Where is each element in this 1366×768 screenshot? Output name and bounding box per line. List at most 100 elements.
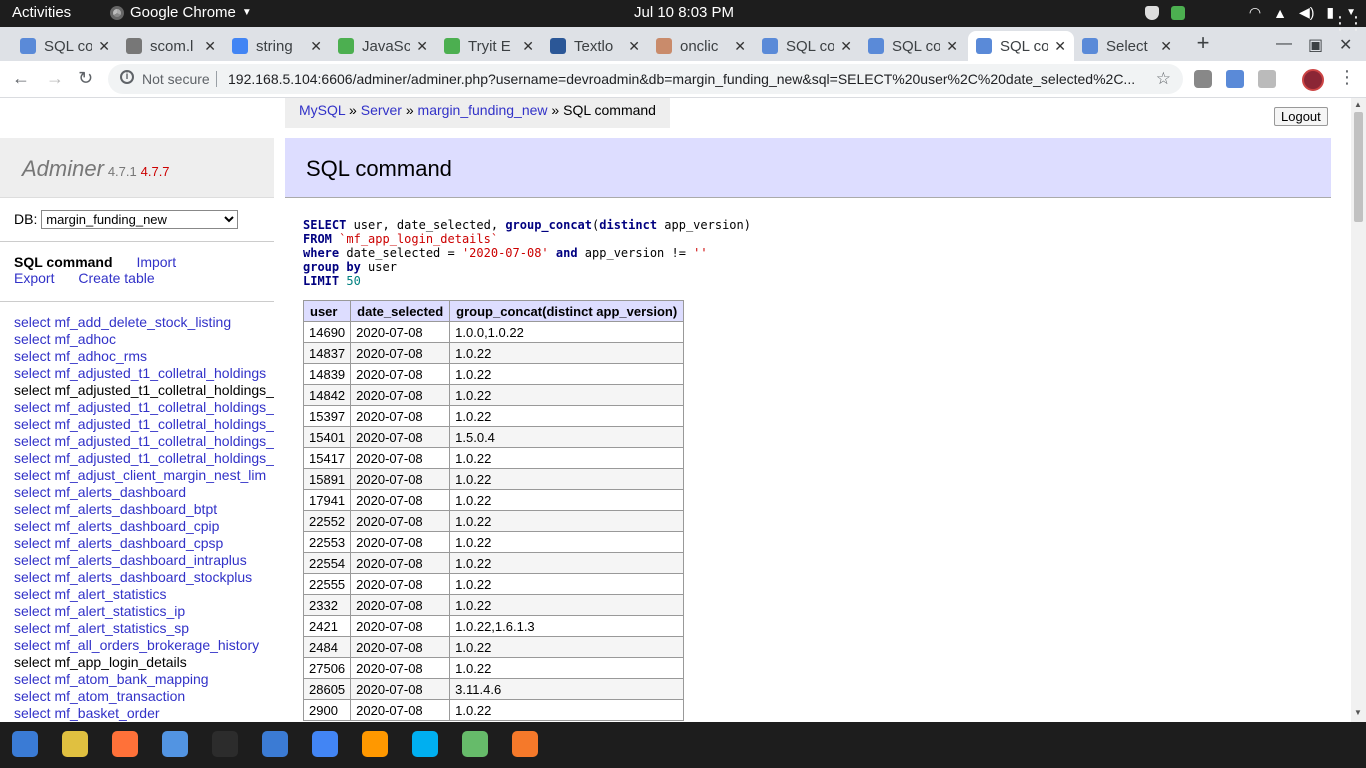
close-icon[interactable]: ✕ [946,38,958,55]
blender-icon[interactable] [512,731,538,757]
scroll-down-icon[interactable]: ▼ [1354,708,1362,717]
close-icon[interactable]: ✕ [416,38,428,55]
scroll-up-icon[interactable]: ▲ [1354,100,1362,109]
export-link[interactable]: Export [14,270,54,286]
thunderbird-icon[interactable] [12,731,38,757]
sidebar-table-link[interactable]: select mf_alerts_dashboard_cpip [14,518,274,535]
sidebar-table-link[interactable]: select mf_adhoc [14,331,274,348]
tab[interactable]: Tryit E ✕ [436,31,542,61]
minimize-icon[interactable]: — [1276,35,1292,53]
sidebar-table-link[interactable]: select mf_adjusted_t1_colletral_holdings… [14,433,274,450]
avatar[interactable] [1302,69,1324,91]
sidebar-table-link[interactable]: select mf_alerts_dashboard_intraplus [14,552,274,569]
sidebar-table-link[interactable]: select mf_alert_statistics_ip [14,603,274,620]
sidebar-table-link[interactable]: select mf_adjusted_t1_colletral_holdings… [14,450,274,467]
close-icon[interactable]: ✕ [204,38,216,55]
tab-active[interactable]: SQL co ✕ [968,31,1074,61]
extension-icon[interactable] [1226,70,1244,88]
volume-icon[interactable]: ◀) [1299,4,1314,21]
sidebar-table-link[interactable]: select mf_atom_bank_mapping [14,671,274,688]
sidebar-table-link[interactable]: select mf_basket_order [14,705,274,722]
info-icon[interactable]: i [120,70,134,84]
close-window-icon[interactable]: ✕ [1339,35,1352,55]
atom-icon[interactable] [462,731,488,757]
app-menu[interactable]: Google Chrome ▼ [110,4,252,21]
tab[interactable]: string ✕ [224,31,330,61]
forward-icon[interactable]: → [46,68,64,89]
sidebar-table-link[interactable]: select mf_add_delete_stock_listing [14,314,274,331]
shield-icon[interactable] [1144,5,1159,20]
address-bar[interactable]: i Not secure 192.168.5.104:6606/adminer/… [108,64,1183,94]
firefox-icon[interactable] [112,731,138,757]
activities-button[interactable]: Activities [12,4,71,21]
sidebar-table-link[interactable]: select mf_alerts_dashboard_btpt [14,501,274,518]
sidebar-table-link[interactable]: select mf_adhoc_rms [14,348,274,365]
breadcrumb-mysql[interactable]: MySQL [299,102,345,118]
sidebar-table-link[interactable]: select mf_adjusted_t1_colletral_holdings… [14,382,274,399]
close-icon[interactable]: ✕ [522,38,534,55]
new-version-link[interactable]: 4.7.7 [141,164,170,179]
bookmark-star-icon[interactable]: ☆ [1156,69,1171,89]
sidebar-table-link[interactable]: select mf_alerts_dashboard [14,484,274,501]
sidebar-table-link[interactable]: select mf_all_orders_brokerage_history [14,637,274,654]
db-select[interactable]: margin_funding_new [41,210,239,229]
sidebar-table-link[interactable]: select mf_alerts_dashboard_cpsp [14,535,274,552]
sidebar-table-link[interactable]: select mf_atom_transaction [14,688,274,705]
close-icon[interactable]: ✕ [840,38,852,55]
clock[interactable]: Jul 10 8:03 PM [634,4,734,21]
breadcrumb-db[interactable]: margin_funding_new [418,102,548,118]
tab[interactable]: SQL co ✕ [12,31,118,61]
rhythmbox-icon[interactable] [62,731,88,757]
system-tray[interactable]: ◠ ▲ ◀) ▮ ▼ [1144,4,1356,21]
new-tab-button[interactable]: + [1189,30,1217,58]
logout-button[interactable]: Logout [1274,107,1328,126]
back-icon[interactable]: ← [12,68,30,89]
breadcrumb-server[interactable]: Server [361,102,402,118]
tab[interactable]: JavaSc ✕ [330,31,436,61]
chrome-icon[interactable] [312,731,338,757]
update-icon[interactable] [1170,5,1185,20]
sidebar-table-link[interactable]: select mf_app_login_details [14,654,274,671]
tab[interactable]: Select ✕ [1074,31,1180,61]
security-label[interactable]: Not secure [142,71,210,87]
sidebar-table-link[interactable]: select mf_adjust_client_margin_nest_lim [14,467,274,484]
tab[interactable]: Textlo ✕ [542,31,648,61]
screenshot-icon[interactable] [1194,70,1212,88]
column-header[interactable]: date_selected [350,300,451,322]
sidebar-table-link[interactable]: select mf_adjusted_t1_colletral_holdings… [14,416,274,433]
writer-icon[interactable] [262,731,288,757]
sidebar-table-link[interactable]: select mf_alerts_dashboard_stockplus [14,569,274,586]
sidebar-table-link[interactable]: select mf_adjusted_t1_colletral_holdings… [14,399,274,416]
sql-command-link[interactable]: SQL command [14,254,113,270]
close-icon[interactable]: ✕ [1054,38,1066,55]
sidebar-table-link[interactable]: select mf_alert_statistics [14,586,274,603]
lock-icon[interactable]: ▲ [1273,5,1287,21]
files-icon[interactable] [162,731,188,757]
tab[interactable]: onclic ✕ [648,31,754,61]
app-name[interactable]: Adminer [22,156,104,181]
column-header[interactable]: user [302,300,352,322]
scrollbar-thumb[interactable] [1354,112,1363,222]
menu-icon[interactable]: ⋮ [1338,67,1356,88]
extension-icon[interactable] [1258,70,1276,88]
tab[interactable]: scom.l ✕ [118,31,224,61]
column-header[interactable]: group_concat(distinct app_version) [449,300,685,322]
close-icon[interactable]: ✕ [310,38,322,55]
sublime-icon[interactable] [362,731,388,757]
reload-icon[interactable]: ↻ [78,68,93,89]
close-icon[interactable]: ✕ [1160,38,1172,55]
wifi-icon[interactable]: ◠ [1249,4,1261,21]
url-text[interactable]: 192.168.5.104:6606/adminer/adminer.php?u… [228,71,1143,87]
close-icon[interactable]: ✕ [628,38,640,55]
sidebar-table-link[interactable]: select mf_adjusted_t1_colletral_holdings [14,365,274,382]
create-table-link[interactable]: Create table [78,270,154,286]
skype-icon[interactable] [412,731,438,757]
sidebar-table-link[interactable]: select mf_alert_statistics_sp [14,620,274,637]
close-icon[interactable]: ✕ [98,38,110,55]
show-applications-icon[interactable]: ⋮⋮⋮ [1331,13,1366,34]
terminal-icon[interactable] [212,731,238,757]
maximize-icon[interactable]: ▣ [1308,35,1323,55]
tab[interactable]: SQL co ✕ [754,31,860,61]
scrollbar[interactable]: ▲ ▼ [1351,98,1366,722]
close-icon[interactable]: ✕ [734,38,746,55]
